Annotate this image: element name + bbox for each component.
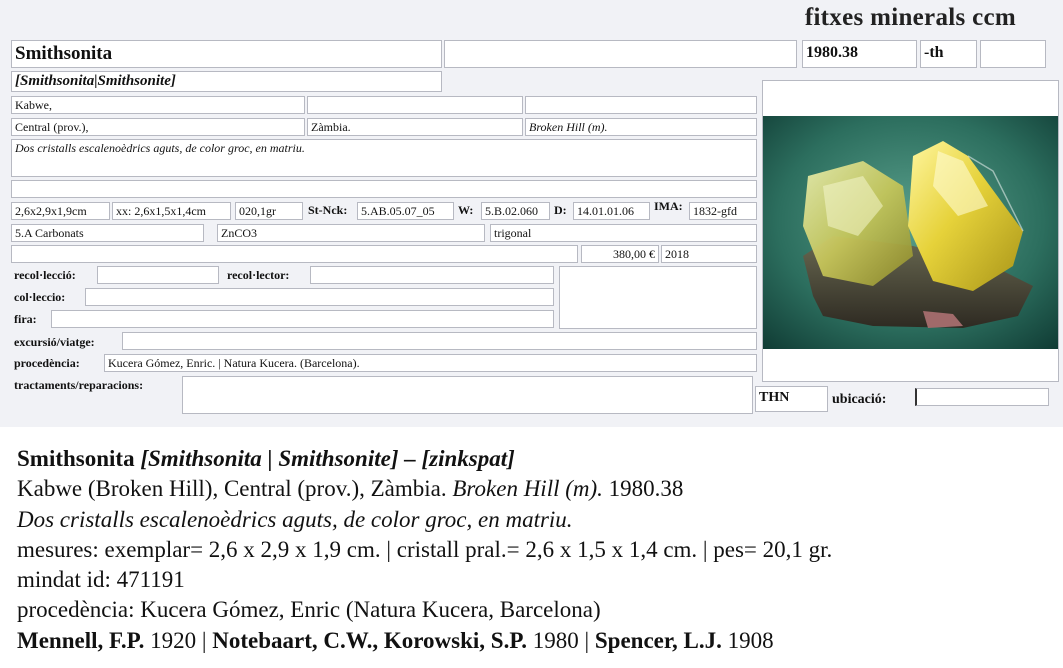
region-field[interactable]: Central (prov.), bbox=[11, 118, 305, 136]
crystal-size-field[interactable]: xx: 2,6x1,5x1,4cm bbox=[112, 202, 231, 220]
weight-field[interactable]: 020,1gr bbox=[235, 202, 303, 220]
site-title: fitxes minerals ccm bbox=[804, 4, 1016, 31]
w-field[interactable]: 5.B.02.060 bbox=[481, 202, 550, 220]
ubicacio-label: ubicació: bbox=[832, 392, 887, 407]
d-field[interactable]: 14.01.01.06 bbox=[573, 202, 650, 220]
summary-mindat: mindat id: 471191 bbox=[17, 567, 185, 593]
class-field[interactable]: 5.A Carbonats bbox=[11, 224, 204, 242]
locality-field-3[interactable] bbox=[525, 96, 757, 114]
summary-mine: Broken Hill (m). bbox=[452, 476, 603, 502]
specimen-size-field[interactable]: 2,6x2,9x1,9cm bbox=[11, 202, 110, 220]
synonyms-field[interactable]: [Smithsonita|Smithsonite] bbox=[11, 71, 442, 92]
summary-procedencia: procedència: Kucera Gómez, Enric (Natura… bbox=[17, 597, 601, 623]
ref3-author: Spencer, L.J. bbox=[594, 627, 722, 653]
excursio-field[interactable] bbox=[122, 332, 757, 350]
recoleccio-label: recol·lecció: bbox=[14, 268, 76, 282]
summary-block: Smithsonita [Smithsonita | Smithsonite] … bbox=[17, 444, 1057, 656]
fira-field[interactable] bbox=[51, 310, 554, 328]
recolector-label: recol·lector: bbox=[227, 268, 290, 282]
ref1-year: 1920 bbox=[144, 627, 197, 653]
w-label: W: bbox=[458, 203, 474, 217]
blank-field-1[interactable] bbox=[444, 40, 797, 68]
blank-field-2[interactable] bbox=[980, 40, 1046, 68]
ubicacio-field[interactable] bbox=[915, 388, 1049, 406]
tractaments-field[interactable] bbox=[182, 376, 753, 414]
summary-title: Smithsonita [Smithsonita | Smithsonite] … bbox=[17, 444, 1057, 474]
fira-label: fira: bbox=[14, 312, 37, 326]
excursio-label: excursió/viatge: bbox=[14, 335, 95, 349]
strunz-label: St-Nck: bbox=[308, 203, 348, 217]
ref3-year: 1908 bbox=[721, 627, 774, 653]
ima-label: IMA: bbox=[654, 199, 683, 213]
catalog-field[interactable]: 1980.38 bbox=[802, 40, 917, 68]
recoleccio-field[interactable] bbox=[97, 266, 219, 284]
summary-synonyms: [Smithsonita | Smithsonite] – [zinkspat] bbox=[140, 446, 515, 471]
recolector-field[interactable] bbox=[310, 266, 554, 284]
tractaments-label: tractaments/reparacions: bbox=[14, 378, 144, 392]
specimen-photo[interactable] bbox=[763, 116, 1058, 349]
suffix-field[interactable]: -th bbox=[920, 40, 977, 68]
procedencia-label: procedència: bbox=[14, 356, 80, 370]
formula-field[interactable]: ZnCO3 bbox=[217, 224, 485, 242]
ref-separator: | bbox=[196, 627, 213, 653]
notes-box[interactable] bbox=[559, 266, 757, 329]
ref2-year: 1980 bbox=[527, 627, 579, 653]
ref2-author: Notebaart, C.W., Korowski, S.P. bbox=[212, 627, 528, 653]
ima-field[interactable]: 1832-gfd bbox=[689, 202, 757, 220]
summary-description: Dos cristalls escalenoèdrics aguts, de c… bbox=[17, 506, 573, 532]
name-field[interactable]: Smithsonita bbox=[11, 40, 442, 68]
price-field[interactable]: 380,00 € bbox=[581, 245, 659, 263]
thn-field[interactable]: THN bbox=[755, 386, 828, 412]
summary-references: Mennell, F.P. 1920 | Notebaart, C.W., Ko… bbox=[17, 626, 1057, 656]
mine-field[interactable]: Broken Hill (m). bbox=[525, 118, 757, 136]
mineral-card: fitxes minerals ccm Smithsonita 1980.38 … bbox=[0, 0, 1063, 427]
summary-locality-line: Kabwe (Broken Hill), Central (prov.), Zà… bbox=[17, 474, 1057, 504]
ref-separator: | bbox=[578, 627, 595, 653]
country-field[interactable]: Zàmbia. bbox=[307, 118, 523, 136]
system-field[interactable]: trigonal bbox=[490, 224, 757, 242]
locality-field-1[interactable]: Kabwe, bbox=[11, 96, 305, 114]
summary-name: Smithsonita bbox=[17, 446, 135, 471]
locality-field-2[interactable] bbox=[307, 96, 523, 114]
blank-price-left-field[interactable] bbox=[11, 245, 578, 263]
colleccio-label: col·leccio: bbox=[14, 290, 66, 304]
summary-measures: mesures: exemplar= 2,6 x 2,9 x 1,9 cm. |… bbox=[17, 536, 833, 562]
ref1-author: Mennell, F.P. bbox=[17, 627, 145, 653]
year-field[interactable]: 2018 bbox=[661, 245, 757, 263]
summary-locality: Kabwe (Broken Hill), Central (prov.), Zà… bbox=[17, 476, 453, 502]
specimen-photo-frame bbox=[762, 80, 1059, 382]
summary-catalog: 1980.38 bbox=[602, 476, 684, 502]
d-label: D: bbox=[554, 203, 567, 217]
description-field[interactable]: Dos cristalls escalenoèdrics aguts, de c… bbox=[11, 139, 757, 177]
strunz-field[interactable]: 5.AB.05.07_05 bbox=[357, 202, 454, 220]
procedencia-field[interactable]: Kucera Gómez, Enric. | Natura Kucera. (B… bbox=[104, 354, 757, 372]
blank-line-field[interactable] bbox=[11, 180, 757, 198]
colleccio-field[interactable] bbox=[85, 288, 554, 306]
